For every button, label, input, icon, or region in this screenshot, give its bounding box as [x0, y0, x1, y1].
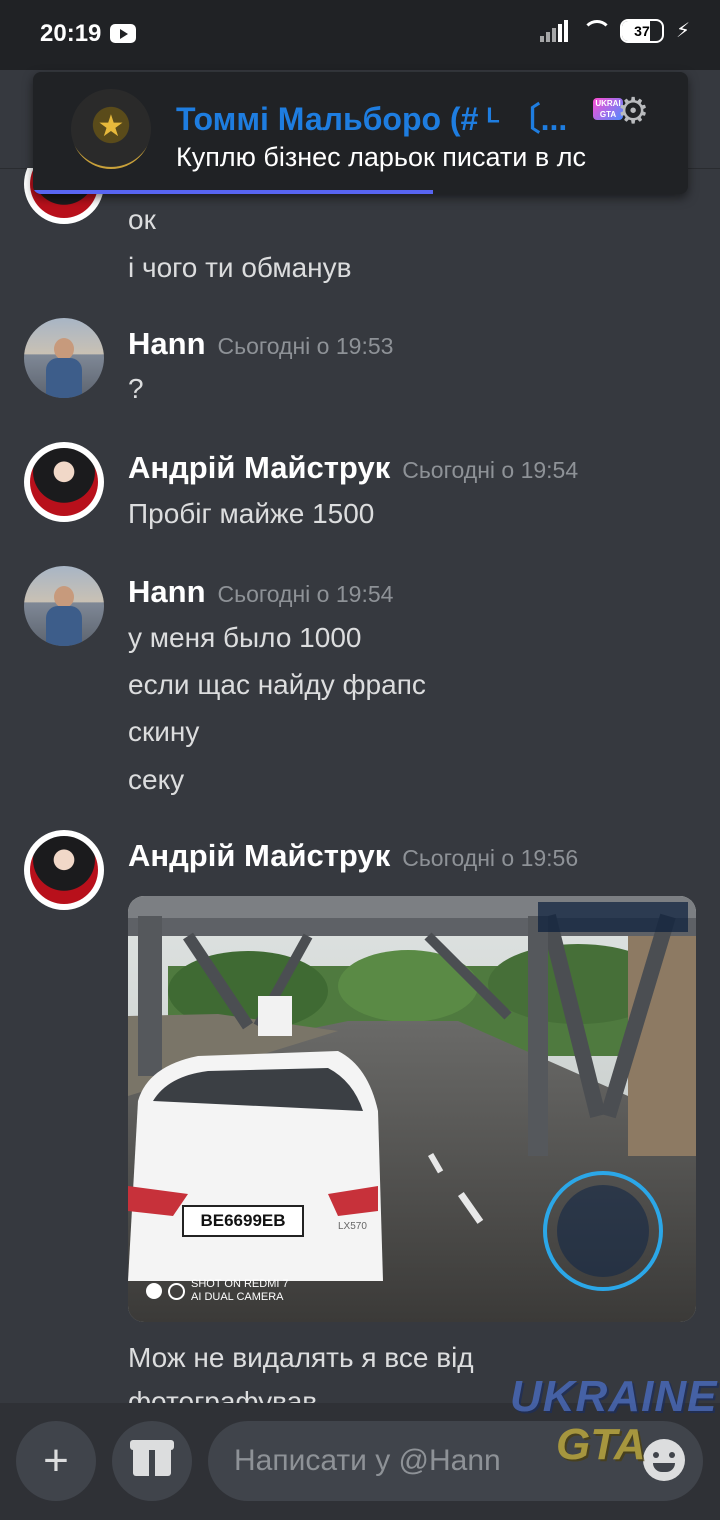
status-icons: 37 ⚡ — [539, 18, 690, 43]
camera-ring-icon — [168, 1282, 185, 1300]
message-line: і чого ти обманув — [128, 252, 352, 283]
message-author[interactable]: Hann Сьогодні о 19:53 — [128, 326, 393, 362]
avatar[interactable] — [24, 566, 104, 646]
notification-title: Томмі Мальборо (# ᴸ 〔... — [176, 101, 568, 137]
camera-caption-line2: AI DUAL CAMERA — [191, 1291, 284, 1303]
gift-icon — [130, 1440, 174, 1476]
battery-icon: 37 — [619, 18, 664, 43]
message-line: фотографував — [128, 1386, 318, 1403]
camera-watermark: SHOT ON REDMI 7 AI DUAL CAMERA — [146, 1278, 289, 1304]
message-line: если щас найду фрапс — [128, 669, 426, 700]
car-model-badge: LX570 — [338, 1221, 367, 1232]
license-plate: BE6699EB — [200, 1211, 286, 1230]
avatar[interactable] — [24, 442, 104, 522]
camera-dot-icon — [146, 1283, 162, 1299]
author-name[interactable]: Hann — [128, 574, 206, 609]
watermark-line2: GTA — [556, 1420, 646, 1469]
message-timestamp: Сьогодні о 19:56 — [402, 845, 579, 871]
message-author[interactable]: Андрій Майструк Сьогодні о 19:54 — [128, 450, 578, 486]
youtube-icon — [110, 24, 136, 43]
author-name[interactable]: Hann — [128, 326, 206, 361]
charging-icon: ⚡ — [675, 20, 690, 42]
notification-avatar — [71, 89, 151, 169]
signal-icon — [539, 19, 568, 42]
message-line: Пробіг майже 1500 — [128, 498, 375, 529]
status-time: 20:19 — [40, 20, 102, 47]
author-name[interactable]: Андрій Майструк — [128, 838, 390, 873]
wifi-icon — [580, 19, 612, 42]
message-timestamp: Сьогодні о 19:54 — [402, 457, 579, 483]
notification-toast[interactable]: Томмі Мальборо (# ᴸ 〔... UKRAIGTA ⚙ Купл… — [33, 72, 688, 194]
notification-body: Куплю бізнес ларьок писати в лс — [176, 142, 586, 172]
message-author[interactable]: Андрій Майструк Сьогодні о 19:56 — [128, 838, 578, 874]
avatar[interactable] — [24, 318, 104, 398]
message-author[interactable]: Hann Сьогодні о 19:54 — [128, 574, 393, 610]
avatar[interactable] — [24, 830, 104, 910]
status-bar: 20:19 37 ⚡ — [0, 0, 720, 70]
message-line: у меня было 1000 — [128, 622, 362, 653]
image-attachment[interactable]: BE6699EB LX570 SHOT ON REDMI 7 AI DUAL C… — [128, 896, 696, 1322]
message-line: скину — [128, 716, 200, 747]
message-timestamp: Сьогодні о 19:54 — [217, 581, 394, 607]
message-line: ? — [128, 373, 144, 404]
message-line: секу — [128, 764, 185, 795]
message-input-placeholder: Написати у @Hann — [234, 1444, 501, 1477]
gear-icon[interactable]: ⚙ — [617, 90, 649, 132]
watermark-line1: UKRAINE — [510, 1372, 718, 1421]
plus-icon[interactable]: + — [16, 1421, 96, 1501]
message-line: Мож не видалять я все від — [128, 1342, 474, 1373]
camera-caption-line1: SHOT ON REDMI 7 — [191, 1278, 289, 1290]
notification-progress — [33, 190, 433, 194]
message-list[interactable]: ок і чого ти обманув Hann Сьогодні о 19:5… — [0, 168, 720, 1403]
game-screenshot-image — [128, 896, 696, 1322]
battery-level: 37 — [634, 22, 650, 39]
message-line: ок — [128, 204, 156, 235]
author-name[interactable]: Андрій Майструк — [128, 450, 390, 485]
message-timestamp: Сьогодні о 19:53 — [217, 333, 394, 359]
gift-button[interactable] — [112, 1421, 192, 1501]
ukraine-gta-watermark: UKRAINE GTA — [510, 1372, 716, 1482]
